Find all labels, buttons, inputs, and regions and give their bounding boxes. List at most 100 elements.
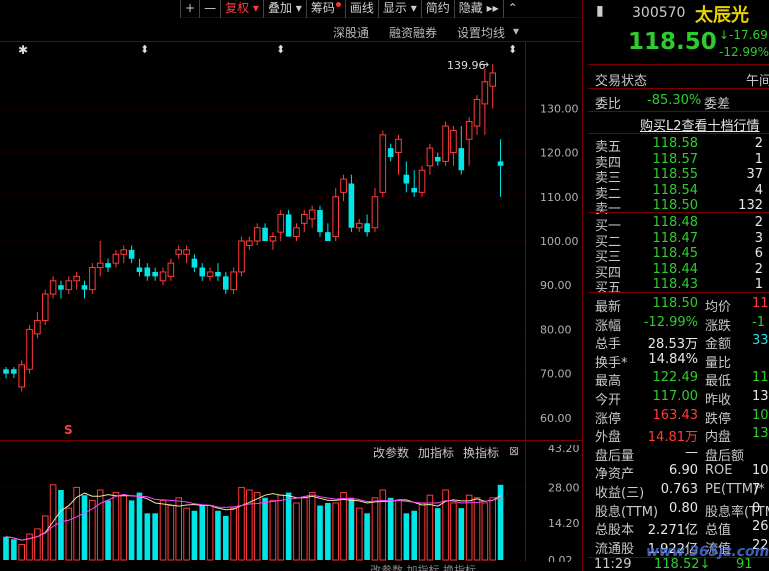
weibi-value: -85.30% — [647, 93, 702, 108]
divider — [588, 133, 769, 134]
stat-row: 收益(三) 0.763 PE(TTM)* 7 — [588, 482, 769, 501]
volume-bar — [308, 492, 316, 561]
stat-value: 10 — [752, 407, 769, 423]
chevron-down-icon[interactable]: ▾ — [513, 24, 519, 38]
kline-chart[interactable]: 130.00 120.00 110.00 100.00 90.00 80.00 70.00 6… — [0, 42, 582, 440]
volume-bar — [3, 536, 9, 560]
zoom-in-button[interactable]: + — [180, 0, 199, 18]
volume-bar — [301, 497, 308, 561]
vol-tick-label: 0.02 — [548, 554, 573, 562]
change-percent: -12.99% — [719, 45, 769, 59]
candle-body — [152, 271, 158, 277]
candle-body — [253, 227, 261, 242]
candle-body — [481, 81, 489, 105]
stat-label: ROE — [705, 463, 733, 479]
stat-value: 14.81万 — [647, 430, 698, 446]
weibi-row: 委比 -85.30% 委差 — [588, 93, 769, 112]
change-amount: -17.69 — [729, 28, 768, 42]
yincang-button[interactable]: 隐藏 ▸▸ — [453, 0, 503, 18]
candle-body — [120, 249, 128, 255]
bid-volume: 2 — [754, 261, 763, 277]
ask-row[interactable]: 卖三 118.55 37 — [588, 167, 769, 186]
candle-body — [11, 369, 17, 374]
collapse-button[interactable]: ⌃ — [502, 0, 522, 18]
bottom-indicator-bar[interactable]: 改参数 加指标 换指标 — [370, 562, 476, 571]
stat-value: 6.90 — [669, 463, 698, 479]
volume-bar — [120, 494, 128, 561]
volume-bar — [73, 486, 80, 561]
ask-row[interactable]: 卖二 118.54 4 — [588, 183, 769, 202]
candle-body — [136, 267, 143, 272]
weibi-label: 委比 — [595, 97, 622, 112]
bid-volume: 2 — [754, 215, 763, 230]
volume-bar — [105, 500, 111, 560]
stock-name: 太辰光 — [695, 5, 749, 26]
candle-body — [191, 258, 198, 268]
chevron-down-icon: ▾ — [295, 1, 302, 15]
stat-label: 总手 — [595, 337, 622, 353]
stat-value: 28.53万 — [647, 337, 698, 353]
change-value: ↓-17.69 — [719, 28, 768, 42]
ask-row[interactable]: 卖四 118.57 1 — [588, 151, 769, 171]
volume-bar — [128, 500, 135, 560]
volume-bar — [144, 513, 151, 560]
diejia-label: 叠加 — [267, 1, 292, 15]
bid-row[interactable]: 买二 118.47 3 — [588, 231, 769, 250]
candle-body — [128, 249, 135, 259]
set-ma-link[interactable]: 设置均线 — [457, 24, 505, 41]
stat-value: 10 — [752, 463, 769, 479]
candle-body — [105, 263, 111, 268]
ask-price: 118.55 — [652, 167, 699, 182]
zoom-out-button[interactable]: — — [199, 0, 220, 18]
chevron-down-icon: ▾ — [410, 1, 417, 15]
candle-body — [497, 161, 504, 166]
bid-row[interactable]: 买三 118.45 6 — [588, 246, 769, 265]
candle-body — [465, 121, 473, 140]
stat-value: 7 — [752, 482, 761, 497]
volume-ma5-line — [5, 492, 501, 541]
status-value: 午间 — [746, 74, 769, 89]
shengutong-link[interactable]: 深股通 — [333, 24, 369, 41]
ask-price: 118.57 — [652, 151, 699, 167]
ask-row[interactable]: 卖五 118.58 2 — [588, 136, 769, 155]
fuquan-button[interactable]: 复权 ▾ — [220, 0, 263, 18]
vol-tick-label: 43.20 — [548, 445, 580, 455]
candle-body — [167, 262, 175, 277]
bid-row[interactable]: 买四 118.44 2 — [588, 261, 769, 281]
double-arrow-right-icon: ▸▸ — [486, 1, 499, 15]
candle-body — [442, 125, 449, 162]
stat-value: 269 — [752, 519, 769, 535]
ask-volume: 37 — [746, 167, 763, 182]
stat-value: 122.49 — [652, 370, 699, 386]
candle-body — [81, 285, 88, 290]
stat-label: 涨幅 — [595, 318, 622, 334]
stat-label: 盘后量 — [595, 448, 635, 464]
volume-bar — [489, 497, 496, 561]
candle-body — [411, 187, 417, 193]
stat-label: 流通股 — [595, 541, 635, 557]
candle-body — [26, 328, 33, 370]
menu-icon[interactable]: ▮ — [596, 3, 604, 19]
stat-row: 总股本 2.271亿总值 269 — [588, 519, 769, 538]
huaxian-button[interactable]: 画线 — [344, 0, 378, 18]
candle-body — [418, 169, 426, 193]
jiaoyue-button[interactable]: 简约 — [420, 0, 454, 18]
volume-bar — [215, 510, 221, 560]
volume-chart[interactable]: 43.20 28.00 14.20 0.02 — [0, 445, 582, 562]
rongzi-link[interactable]: 融资融券 — [389, 24, 437, 41]
volume-bar — [206, 505, 214, 561]
volume-bar — [175, 497, 182, 561]
volume-bar — [96, 489, 104, 561]
diejia-button[interactable]: 叠加 ▾ — [262, 0, 306, 18]
bid-row[interactable]: 买一 118.48 2 — [588, 215, 769, 234]
weicha-label: 委差 — [704, 97, 731, 112]
stat-value: 0 — [752, 500, 761, 516]
xianshi-button[interactable]: 显示 ▾ — [377, 0, 421, 18]
l2-purchase-link[interactable]: 购买L2查看十档行情 — [640, 115, 760, 134]
watermark: www.365jz.com — [646, 544, 769, 560]
candle-body — [206, 271, 214, 277]
volume-bar — [418, 502, 426, 561]
chouma-button[interactable]: 筹码 — [305, 0, 345, 18]
notification-dot — [335, 2, 341, 7]
candle-body — [403, 174, 410, 184]
